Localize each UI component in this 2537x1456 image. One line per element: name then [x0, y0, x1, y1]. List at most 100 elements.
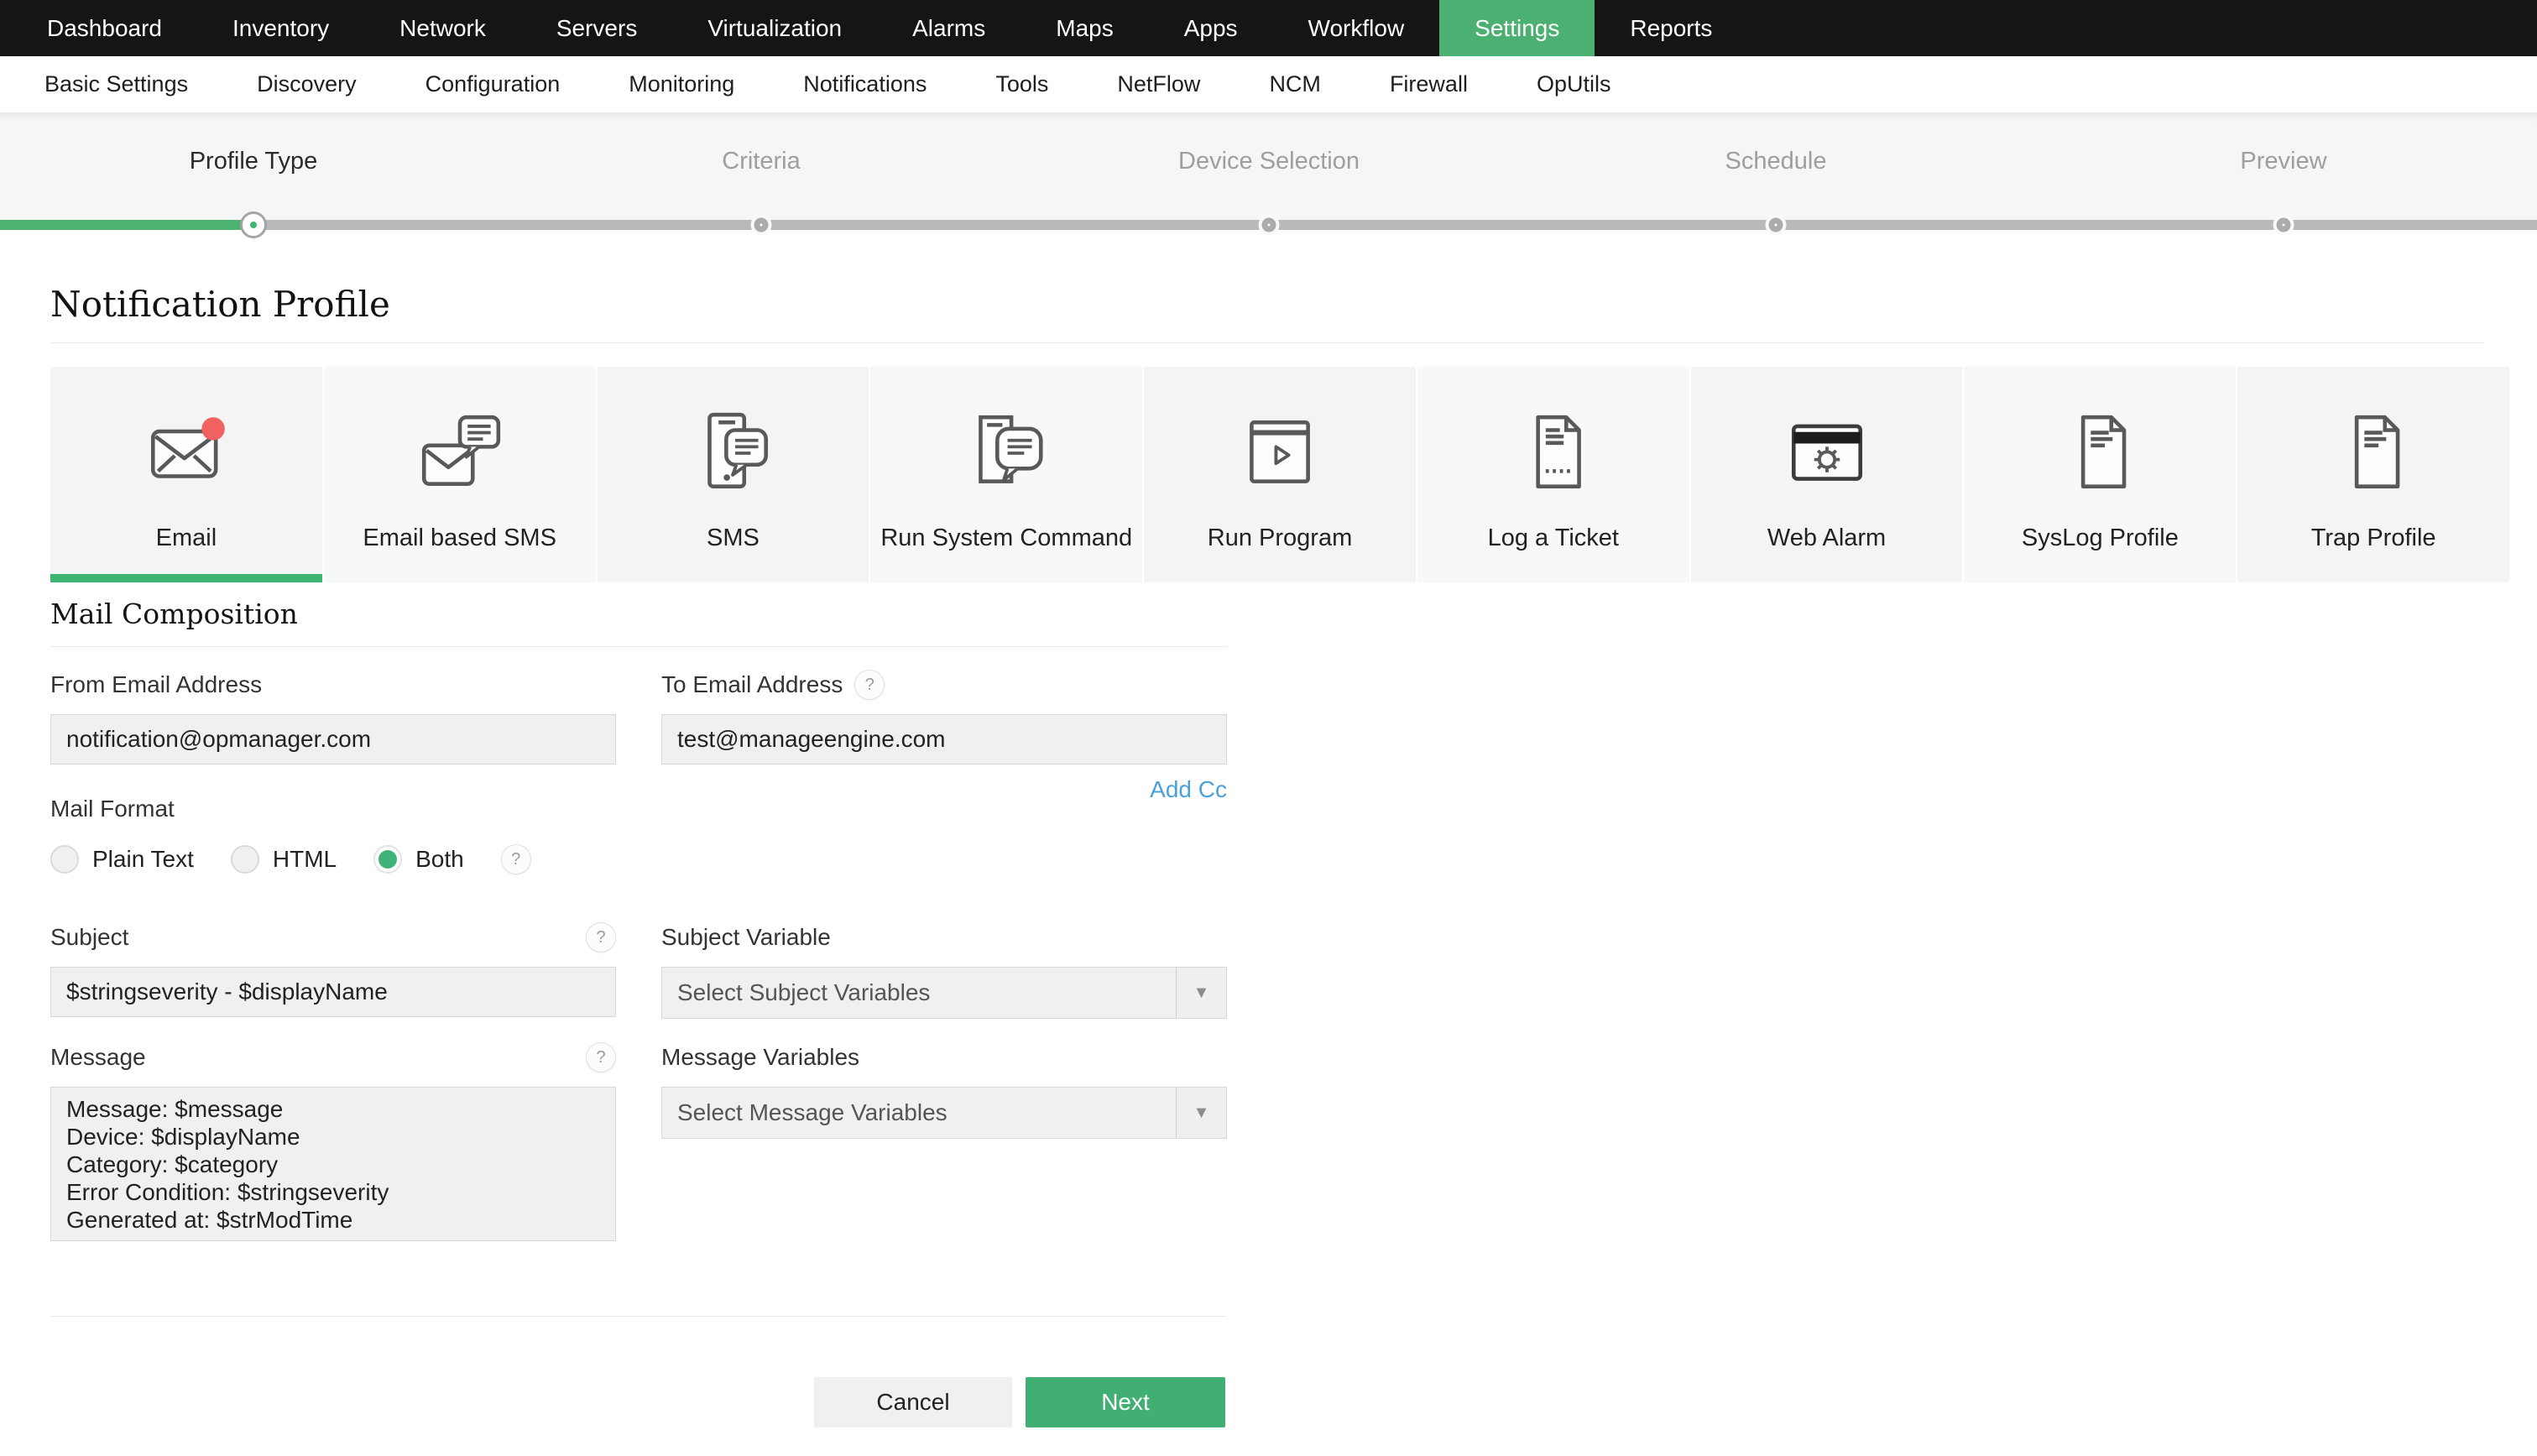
radio-both-dot — [378, 850, 398, 869]
subnav-discovery[interactable]: Discovery — [222, 56, 391, 112]
card-label: SysLog Profile — [2021, 524, 2179, 551]
opmanager-app: Dashboard Inventory Network Servers Virt… — [0, 0, 2537, 1456]
subnav-ncm[interactable]: NCM — [1235, 56, 1355, 112]
message-label: Message — [50, 1044, 146, 1070]
card-label: Email based SMS — [363, 524, 556, 551]
step-dot-preview[interactable] — [2276, 217, 2291, 232]
card-label: Log a Ticket — [1487, 524, 1619, 551]
card-run-program[interactable]: Run Program — [1144, 367, 1417, 582]
nav-settings[interactable]: Settings — [1439, 0, 1595, 56]
from-email-label: From Email Address — [50, 671, 263, 697]
card-web-alarm[interactable]: Web Alarm — [1690, 367, 1965, 582]
top-nav: Dashboard Inventory Network Servers Virt… — [0, 0, 2537, 56]
nav-inventory[interactable]: Inventory — [197, 0, 364, 56]
nav-network[interactable]: Network — [364, 0, 521, 56]
chevron-down-icon[interactable]: ▼ — [1176, 968, 1226, 1018]
card-label: Web Alarm — [1767, 524, 1887, 551]
subnav-oputils[interactable]: OpUtils — [1502, 56, 1646, 112]
subnav-firewall[interactable]: Firewall — [1355, 56, 1502, 112]
radio-html-label: HTML — [272, 846, 337, 872]
subnav-configuration[interactable]: Configuration — [391, 56, 595, 112]
run-system-command-icon — [960, 389, 1052, 499]
subject-group: Subject ? — [50, 921, 616, 1017]
nav-virtualization[interactable]: Virtualization — [672, 0, 877, 56]
email-icon — [140, 389, 232, 499]
subject-help-icon[interactable]: ? — [586, 922, 616, 952]
to-email-help-icon[interactable]: ? — [854, 670, 885, 700]
nav-apps[interactable]: Apps — [1149, 0, 1273, 56]
card-run-system-command[interactable]: Run System Command — [870, 367, 1145, 582]
subnav-monitoring[interactable]: Monitoring — [594, 56, 769, 112]
nav-reports[interactable]: Reports — [1595, 0, 1747, 56]
sub-nav: Basic Settings Discovery Configuration M… — [0, 56, 2537, 113]
subnav-tools[interactable]: Tools — [961, 56, 1083, 112]
subnav-basic-settings[interactable]: Basic Settings — [10, 56, 222, 112]
nav-workflow[interactable]: Workflow — [1273, 0, 1440, 56]
message-textarea[interactable]: Message: $message Device: $displayName C… — [50, 1087, 616, 1241]
run-program-icon — [1234, 389, 1326, 499]
card-sms[interactable]: SMS — [597, 367, 871, 582]
subject-variable-select[interactable]: Select Subject Variables ▼ — [661, 967, 1227, 1019]
message-group: Message ? Message: $message Device: $dis… — [50, 1041, 616, 1245]
card-label: SMS — [707, 524, 760, 551]
card-label: Run Program — [1207, 524, 1353, 551]
radio-plain-text[interactable] — [50, 845, 79, 874]
step-dot-device-selection[interactable] — [1261, 217, 1276, 232]
from-email-group: From Email Address — [50, 669, 616, 765]
mail-format-help-icon[interactable]: ? — [500, 844, 531, 874]
trap-profile-icon — [2327, 389, 2420, 499]
radio-html[interactable] — [230, 845, 259, 874]
card-syslog-profile[interactable]: SysLog Profile — [1964, 367, 2238, 582]
subject-variable-label: Subject Variable — [661, 924, 831, 950]
mail-format-group: Mail Format Plain Text HTML Both ? — [50, 796, 722, 874]
footer-divider — [50, 1316, 1227, 1317]
step-dot-criteria[interactable] — [754, 217, 769, 232]
step-dot-profile-type[interactable] — [243, 214, 264, 236]
message-variables-label: Message Variables — [661, 1044, 860, 1070]
cancel-button[interactable]: Cancel — [814, 1377, 1012, 1427]
card-email[interactable]: Email — [50, 367, 324, 582]
card-selected-indicator — [50, 574, 322, 582]
from-email-input[interactable] — [50, 714, 616, 765]
card-label: Trap Profile — [2310, 524, 2436, 551]
add-cc-link[interactable]: Add Cc — [1150, 776, 1227, 802]
stepper-progress — [0, 220, 253, 230]
to-email-input[interactable] — [661, 714, 1227, 765]
step-label-schedule: Schedule — [1725, 148, 1827, 175]
subnav-notifications[interactable]: Notifications — [769, 56, 961, 112]
subject-variable-select-value: Select Subject Variables — [677, 979, 931, 1005]
nav-alarms[interactable]: Alarms — [877, 0, 1021, 56]
mail-format-label: Mail Format — [50, 796, 175, 822]
nav-servers[interactable]: Servers — [521, 0, 672, 56]
subject-variable-group: Subject Variable Select Subject Variable… — [661, 921, 1227, 1019]
step-label-preview: Preview — [2240, 148, 2327, 175]
card-log-a-ticket[interactable]: Log a Ticket — [1417, 367, 1691, 582]
card-label: Run System Command — [880, 524, 1133, 551]
card-trap-profile[interactable]: Trap Profile — [2237, 367, 2510, 582]
subject-label: Subject — [50, 924, 129, 950]
radio-both-label: Both — [415, 846, 464, 872]
log-a-ticket-icon — [1507, 389, 1600, 499]
subject-input[interactable] — [50, 967, 616, 1017]
nav-maps[interactable]: Maps — [1021, 0, 1148, 56]
nav-dashboard[interactable]: Dashboard — [12, 0, 197, 56]
step-label-profile-type: Profile Type — [189, 148, 318, 175]
email-based-sms-icon — [414, 389, 506, 499]
card-email-based-sms[interactable]: Email based SMS — [323, 367, 598, 582]
message-variables-select-value: Select Message Variables — [677, 1099, 947, 1125]
message-help-icon[interactable]: ? — [586, 1042, 616, 1072]
to-email-group: To Email Address ? Add Cc — [661, 669, 1227, 803]
subnav-netflow[interactable]: NetFlow — [1083, 56, 1235, 112]
chevron-down-icon[interactable]: ▼ — [1176, 1088, 1226, 1138]
page-title: Notification Profile — [50, 284, 390, 325]
radio-both[interactable] — [373, 845, 403, 874]
syslog-profile-icon — [2054, 389, 2146, 499]
next-button[interactable]: Next — [1026, 1377, 1225, 1427]
radio-plain-text-label: Plain Text — [92, 846, 194, 872]
step-dot-schedule[interactable] — [1768, 217, 1783, 232]
message-variables-select[interactable]: Select Message Variables ▼ — [661, 1087, 1227, 1139]
profile-type-cards: Email Email based SMS SMS Run System Com… — [50, 367, 2510, 582]
message-variables-group: Message Variables Select Message Variabl… — [661, 1041, 1227, 1139]
step-label-criteria: Criteria — [722, 148, 801, 175]
sms-icon — [686, 389, 779, 499]
